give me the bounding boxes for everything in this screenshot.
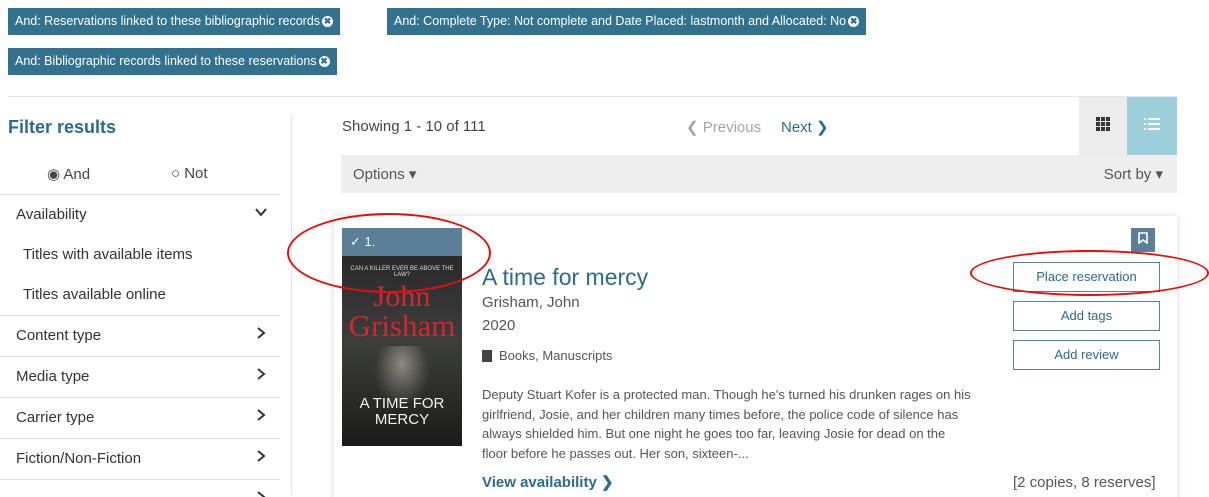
place-reservation-button[interactable]: Place reservation [1013,262,1160,292]
book-author: Grisham, John [482,294,580,311]
chevron-right-icon [254,480,268,497]
divider [291,115,292,495]
previous-page-link[interactable]: ❮ Previous [686,118,761,136]
add-tags-button[interactable]: Add tags [1013,301,1160,331]
remove-filter-icon[interactable]: ✖ [848,16,860,27]
filter-chip-label: And: Bibliographic records linked to the… [15,54,317,68]
facet-availability[interactable]: Availability [0,194,280,235]
grid-icon [1096,116,1110,136]
book-title-link[interactable]: A time for mercy [482,264,648,291]
availability-option-online[interactable]: Titles available online [23,286,166,303]
book-description: Deputy Stuart Kofer is a protected man. … [482,387,971,461]
filter-chip-label: And: Reservations linked to these biblio… [15,14,321,28]
list-view-button[interactable] [1127,97,1177,155]
remove-filter-icon[interactable]: ✖ [318,56,330,67]
list-icon [1144,117,1160,136]
filter-chip-bibliographic[interactable]: And: Bibliographic records linked to the… [8,48,337,75]
facet-carrier-type[interactable]: Carrier type [0,397,280,438]
options-bar: Options ▾ Sort by ▾ [341,155,1177,193]
filter-results-title: Filter results [8,117,117,137]
facet-label: Fiction/Non-Fiction [16,450,142,467]
remove-filter-icon[interactable]: ✖ [322,16,334,27]
availability-option-available-items[interactable]: Titles with available items [23,246,193,263]
chevron-down-icon [254,195,268,235]
chevron-right-icon [254,316,268,356]
grid-view-button[interactable] [1079,97,1127,155]
chevron-right-icon [254,439,268,479]
view-availability-link[interactable]: View availability ❯ [482,473,614,491]
book-format-label: Books, Manuscripts [499,348,613,363]
facet-label: Availability [16,206,87,223]
options-dropdown[interactable]: Options ▾ [353,165,416,183]
add-review-button[interactable]: Add review [1013,340,1160,370]
facet-label: Content type [16,327,102,344]
book-cover-image[interactable]: CAN A KILLER EVER BE ABOVE THE LAW? John… [342,256,462,446]
facet-label: Media type [16,368,90,385]
sort-by-dropdown[interactable]: Sort by ▾ [1104,165,1163,183]
chevron-right-icon [254,398,268,438]
chevron-right-icon [254,357,268,397]
filter-chip-label: And: Complete Type: Not complete and Dat… [394,14,847,28]
result-select-checkbox[interactable]: ✓ 1. [342,228,462,256]
book-icon [482,349,492,362]
facet-media-type[interactable]: Media type [0,356,280,397]
facet-fiction-non-fiction[interactable]: Fiction/Non-Fiction [0,438,280,479]
bookmark-button[interactable] [1131,228,1155,252]
copies-reserves-count: [2 copies, 8 reserves] [1013,474,1156,491]
facet-next[interactable] [0,479,280,497]
book-format: Books, Manuscripts [482,348,612,363]
radio-not[interactable]: ○ Not [171,165,208,182]
next-page-link[interactable]: Next ❯ [781,118,829,136]
facet-content-type[interactable]: Content type [0,315,280,356]
results-count: Showing 1 - 10 of 111 [342,118,486,135]
filter-chip-complete-type[interactable]: And: Complete Type: Not complete and Dat… [387,8,867,35]
filter-sidebar: Filter results ◉ And ○ Not Availability … [0,97,292,497]
facet-label: Carrier type [16,409,95,426]
book-year: 2020 [482,317,516,334]
bookmark-icon [1138,231,1148,249]
radio-and[interactable]: ◉ And [47,165,90,183]
filter-chip-reservations[interactable]: And: Reservations linked to these biblio… [8,8,341,35]
